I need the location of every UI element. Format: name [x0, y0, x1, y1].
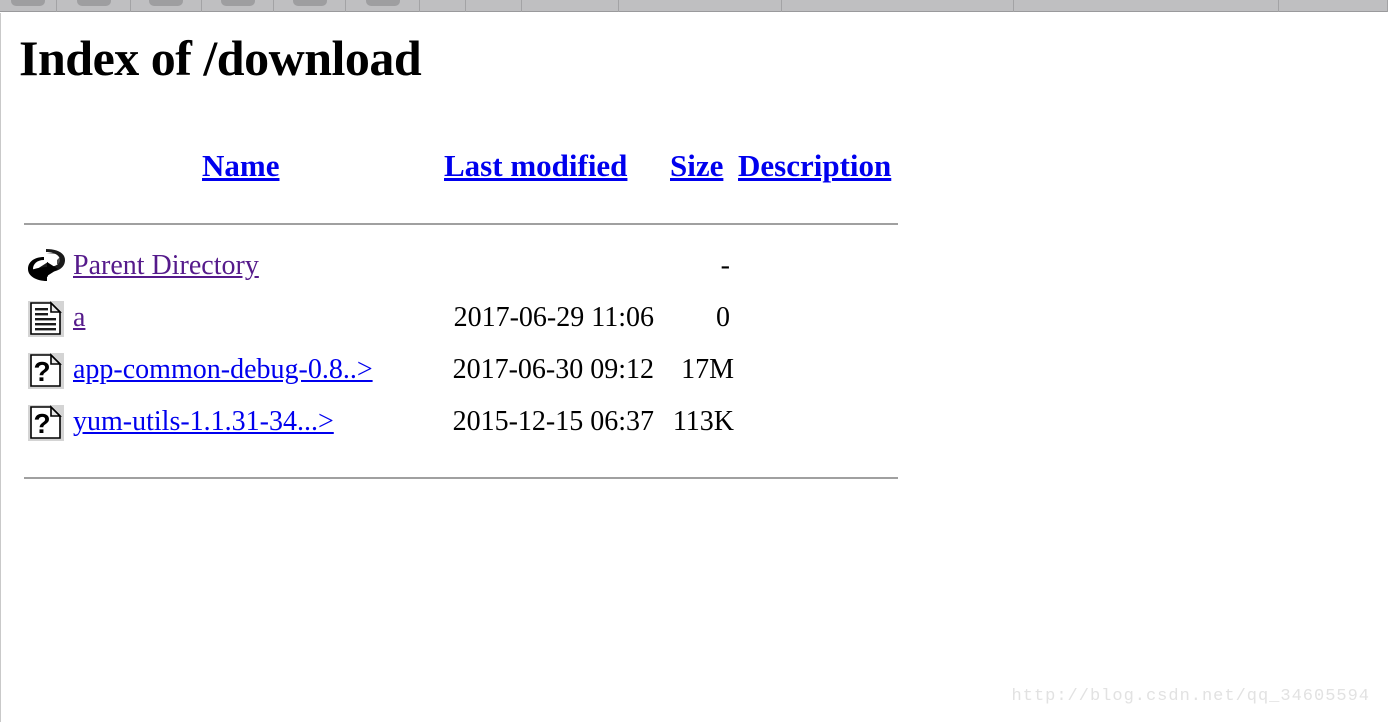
file-name-cell: Parent Directory [73, 243, 259, 289]
watermark-text: http://blog.csdn.net/qq_34605594 [1011, 687, 1370, 706]
sort-by-lastmodified-link[interactable]: Last modified [444, 147, 627, 185]
file-size-cell: 17M [681, 354, 734, 385]
table-row: ? yum-utils-1.1.31-34...> 2015-12-15 06:… [24, 399, 904, 451]
file-size-cell: 0 [716, 302, 730, 333]
link-file-yum-utils[interactable]: yum-utils-1.1.31-34...> [73, 406, 334, 437]
toolbar-button-glyph [11, 0, 45, 6]
table-row: Parent Directory - [24, 243, 904, 295]
link-file-a[interactable]: a [73, 302, 85, 333]
listing-header-row: Name Last modified Size Description [24, 147, 904, 191]
toolbar-cell-7[interactable] [420, 0, 466, 12]
listing-rows: Parent Directory - a 2017-06-29 11:06 0 … [24, 243, 904, 451]
file-name-cell: yum-utils-1.1.31-34...> [73, 399, 334, 445]
sort-by-name-link[interactable]: Name [202, 147, 279, 185]
table-row: a 2017-06-29 11:06 0 [24, 295, 904, 347]
unknown-file-icon: ? [26, 403, 66, 443]
toolbar-cell-10[interactable] [619, 0, 782, 12]
toolbar-button-glyph [149, 0, 183, 6]
toolbar-cell-12[interactable] [1014, 0, 1279, 12]
link-parent-directory[interactable]: Parent Directory [73, 250, 259, 281]
page-title: Index of /download [19, 30, 422, 86]
toolbar-cell-11[interactable] [782, 0, 1014, 12]
toolbar-button-glyph [220, 0, 255, 6]
toolbar-cell-8[interactable] [466, 0, 522, 12]
file-size-cell: - [720, 250, 730, 281]
toolbar-cell-9[interactable] [522, 0, 619, 12]
toolbar-cell-13[interactable] [1279, 0, 1388, 12]
toolbar-button-glyph [292, 0, 327, 6]
header-divider [24, 223, 898, 227]
toolbar-button-glyph [76, 0, 111, 6]
directory-index-page: Index of /download Name Last modified Si… [0, 13, 1388, 722]
footer-divider [24, 477, 898, 481]
unknown-file-icon: ? [26, 351, 66, 391]
toolbar-button-5[interactable] [274, 0, 346, 12]
toolbar-button-1[interactable] [0, 0, 57, 12]
directory-listing: Name Last modified Size Description Pare… [24, 147, 904, 481]
file-date-cell: 2015-12-15 06:37 [452, 406, 654, 437]
sort-by-size-link[interactable]: Size [670, 147, 723, 185]
toolbar-button-2[interactable] [57, 0, 131, 12]
svg-text:?: ? [33, 356, 50, 387]
back-arrow-icon [26, 247, 66, 287]
file-name-cell: a [73, 295, 85, 341]
browser-toolbar-strip [0, 0, 1388, 12]
toolbar-button-3[interactable] [131, 0, 202, 12]
svg-text:?: ? [33, 408, 50, 439]
file-date-cell: 2017-06-30 09:12 [452, 354, 654, 385]
file-date-cell: 2017-06-29 11:06 [453, 302, 654, 333]
text-file-icon [26, 299, 66, 339]
sort-by-description-link[interactable]: Description [738, 147, 891, 185]
toolbar-button-glyph [365, 0, 400, 6]
file-size-cell: 113K [672, 406, 734, 437]
table-row: ? app-common-debug-0.8..> 2017-06-30 09:… [24, 347, 904, 399]
toolbar-button-6[interactable] [346, 0, 420, 12]
toolbar-button-4[interactable] [202, 0, 274, 12]
